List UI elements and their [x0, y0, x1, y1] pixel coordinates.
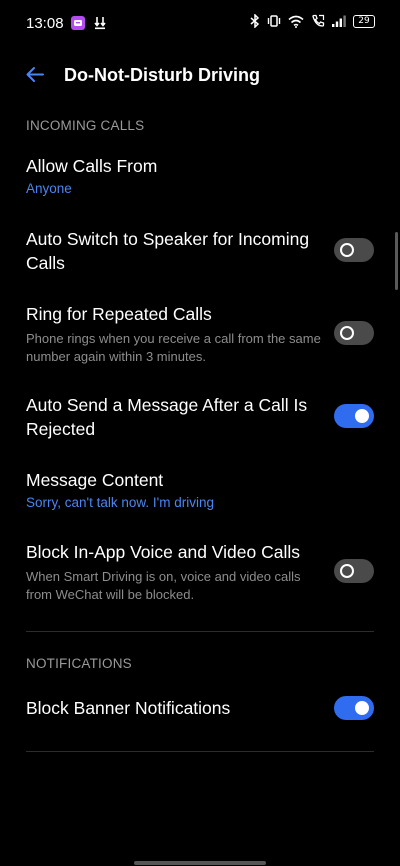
download-icon: [93, 16, 107, 30]
scrollbar[interactable]: [395, 232, 398, 290]
block-banner-title: Block Banner Notifications: [26, 698, 231, 718]
section-divider: [26, 751, 374, 752]
toggle-knob: [340, 326, 354, 340]
toggle-knob: [340, 243, 354, 257]
message-content-title: Message Content: [26, 470, 164, 490]
call-icon: [311, 14, 325, 28]
toggle-knob: [355, 409, 369, 423]
auto-switch-speaker-item[interactable]: Auto Switch to Speaker for Incoming Call…: [26, 227, 374, 275]
message-content-value: Sorry, can't talk now. I'm driving: [26, 495, 214, 510]
signal-icon: [332, 15, 346, 27]
wifi-icon: [288, 15, 304, 28]
page-title: Do-Not-Disturb Driving: [64, 65, 260, 85]
section-header-notifications: NOTIFICATIONS: [26, 656, 132, 671]
block-voice-video-title: Block In-App Voice and Video Calls: [26, 542, 301, 562]
block-voice-video-description: When Smart Driving is on, voice and vide…: [26, 569, 301, 602]
toggle-knob: [355, 701, 369, 715]
allow-calls-from-title: Allow Calls From: [26, 156, 158, 176]
auto-switch-speaker-toggle[interactable]: [334, 238, 374, 262]
message-content-item[interactable]: Message Content Sorry, can't talk now. I…: [26, 468, 374, 510]
app-notification-icon: [71, 16, 85, 30]
auto-send-message-title: Auto Send a Message After a Call Is Reje…: [26, 395, 308, 439]
ring-repeated-calls-toggle[interactable]: [334, 321, 374, 345]
toggle-knob: [340, 564, 354, 578]
allow-calls-from-value: Anyone: [26, 181, 72, 196]
status-time: 13:08: [26, 15, 64, 32]
back-button[interactable]: [22, 62, 48, 88]
section-divider: [26, 631, 374, 632]
back-arrow-icon: [26, 67, 44, 82]
ring-repeated-calls-item[interactable]: Ring for Repeated Calls Phone rings when…: [26, 302, 374, 366]
battery-icon: 29: [353, 14, 375, 28]
block-voice-video-item[interactable]: Block In-App Voice and Video Calls When …: [26, 540, 374, 604]
block-banner-toggle[interactable]: [334, 696, 374, 720]
block-banner-item[interactable]: Block Banner Notifications: [26, 696, 374, 720]
auto-send-message-item[interactable]: Auto Send a Message After a Call Is Reje…: [26, 393, 374, 441]
block-voice-video-toggle[interactable]: [334, 559, 374, 583]
bluetooth-icon: [250, 14, 260, 28]
allow-calls-from-item[interactable]: Allow Calls From Anyone: [26, 154, 374, 196]
ring-repeated-calls-description: Phone rings when you receive a call from…: [26, 331, 321, 364]
home-indicator[interactable]: [134, 861, 266, 865]
auto-send-message-toggle[interactable]: [334, 404, 374, 428]
ring-repeated-calls-title: Ring for Repeated Calls: [26, 304, 212, 324]
section-header-incoming-calls: INCOMING CALLS: [26, 118, 145, 133]
auto-switch-speaker-title: Auto Switch to Speaker for Incoming Call…: [26, 229, 310, 273]
status-icons: 29: [250, 14, 375, 28]
vibrate-icon: [267, 14, 281, 28]
status-bar: 13:08 29: [0, 0, 400, 48]
app-header: Do-Not-Disturb Driving: [0, 56, 400, 96]
